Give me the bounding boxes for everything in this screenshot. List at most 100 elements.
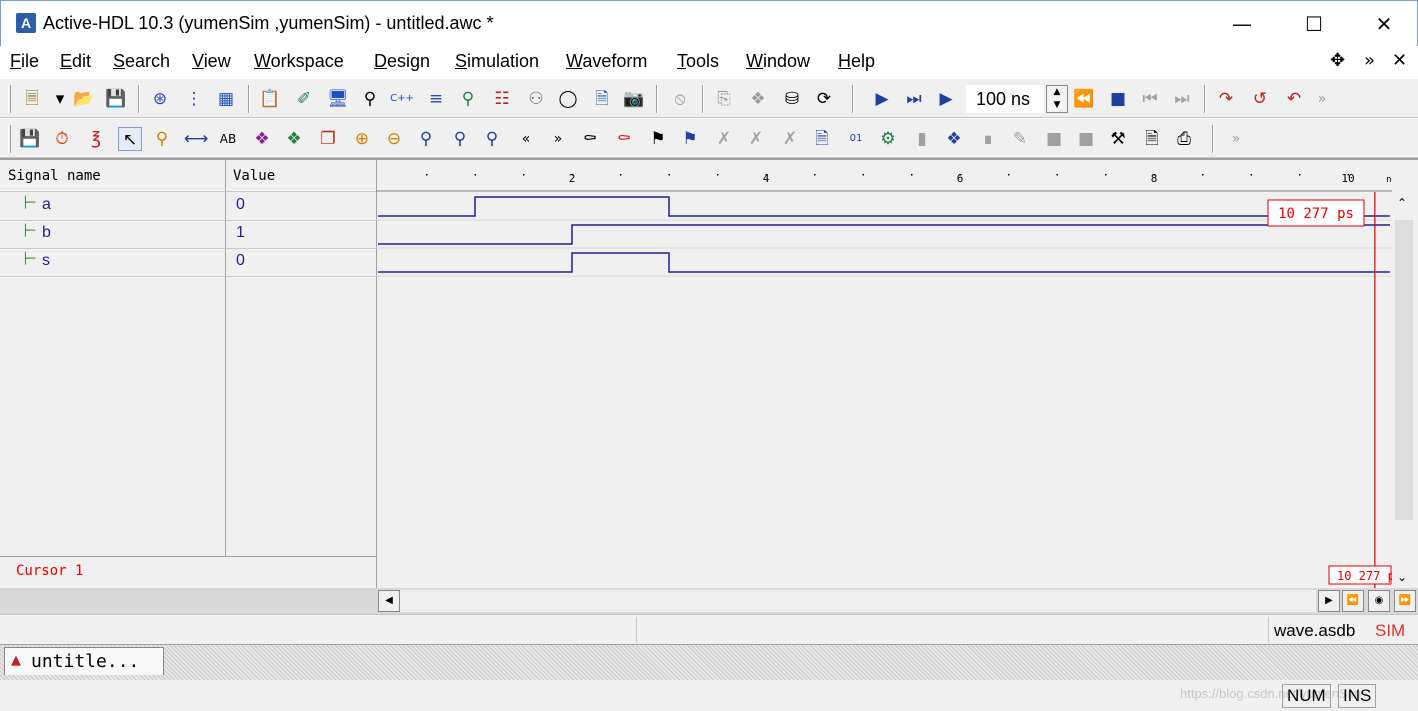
zoom-object-icon[interactable]: ⚲ (456, 87, 480, 111)
zoom-fit-icon[interactable]: ⚲ (414, 127, 438, 151)
menu-design[interactable]: Design (374, 51, 430, 72)
close-button[interactable]: ✕ (1361, 1, 1407, 47)
print-icon[interactable]: ⎙ (1172, 127, 1196, 151)
print-preview-icon[interactable]: 🗎 (1140, 127, 1164, 151)
menu-simulation[interactable]: Simulation (455, 51, 539, 72)
find-icon[interactable]: ⚰ (578, 127, 602, 151)
zoom-in-icon[interactable]: ⊕ (350, 127, 374, 151)
zoom-prev-button[interactable]: ⏪ (1342, 590, 1364, 612)
document-tab[interactable]: ▲ untitle... (4, 647, 164, 675)
timestep-input[interactable]: 100 ns (966, 85, 1044, 113)
initialize-icon[interactable]: ⛁ (780, 87, 804, 111)
value-header[interactable]: Value (233, 168, 275, 184)
scroll-right-button[interactable]: ▶ (1318, 590, 1340, 612)
compare-icon[interactable]: ❖ (942, 127, 966, 151)
clock-icon[interactable]: ∎ (976, 127, 1000, 151)
find-next-icon[interactable]: ⚰ (612, 127, 636, 151)
stimulator-icon[interactable]: ✗ (712, 127, 736, 151)
signal-name-header[interactable]: Signal name (8, 168, 101, 184)
compile-all-icon[interactable]: ❖ (746, 87, 770, 111)
code-structure-icon[interactable]: ≡ (424, 87, 448, 111)
menu-tools[interactable]: Tools (677, 51, 719, 72)
close-icon[interactable]: ✕ (1392, 50, 1407, 71)
zoom-out-icon[interactable]: ⊖ (382, 127, 406, 151)
hierarchy-icon[interactable]: ⊛ (148, 87, 172, 111)
run-until-icon[interactable]: ⏭ (902, 87, 926, 111)
vertical-scrollbar[interactable]: ⌃ ⌄ (1392, 192, 1418, 590)
previous-edge-icon[interactable]: « (514, 127, 538, 151)
run-icon[interactable]: ▶ (870, 87, 894, 111)
signal-row-b[interactable]: ├─ b 1 (0, 220, 376, 248)
toolbar-grip[interactable] (8, 85, 11, 113)
menu-view[interactable]: View (192, 51, 231, 72)
zoom-next-button[interactable]: ⏩ (1394, 590, 1416, 612)
menu-help[interactable]: Help (838, 51, 875, 72)
zoom-cursor-icon[interactable]: ⚲ (480, 127, 504, 151)
step-over-icon[interactable]: ⏭ (1170, 87, 1194, 111)
bookmark-icon[interactable]: ⚑ (646, 127, 670, 151)
timestep-spinner[interactable]: ▲ ▼ (1046, 85, 1068, 113)
virtual-bus-icon[interactable]: ❖ (282, 127, 306, 151)
signal-tree-icon[interactable]: ⚙ (876, 127, 900, 151)
scroll-up-icon[interactable]: ⌃ (1397, 196, 1407, 210)
vertical-scroll-thumb[interactable] (1395, 220, 1413, 520)
tree-icon[interactable]: ⚇ (524, 87, 548, 111)
flag-icon[interactable]: ⚑ (678, 127, 702, 151)
stimulator-clear-icon[interactable]: ✗ (744, 127, 768, 151)
measure-icon[interactable]: ⟷ (184, 127, 208, 151)
trace-in-icon[interactable]: ↷ (1214, 87, 1238, 111)
lightbulb-icon[interactable]: ◯ (556, 87, 580, 111)
grid-icon[interactable]: ▦ (214, 87, 238, 111)
cpp-debug-icon[interactable]: C++ (390, 87, 414, 111)
timer-icon[interactable]: ⏱ (50, 127, 74, 151)
block-alt-icon[interactable]: ■ (1074, 127, 1098, 151)
monitor-icon[interactable]: 🖥 (326, 87, 350, 111)
save-icon[interactable]: 💾 (104, 87, 128, 111)
binary-value-icon[interactable]: 01 (844, 127, 868, 151)
text-icon[interactable]: AB (216, 127, 240, 151)
dropdown-arrow-icon[interactable]: ▾ (48, 87, 72, 111)
zoom-icon[interactable]: ⚲ (150, 127, 174, 151)
new-file-icon[interactable]: 🗏 (20, 87, 44, 111)
next-edge-icon[interactable]: » (546, 127, 570, 151)
menu-window[interactable]: Window (746, 51, 810, 72)
edit-icon[interactable]: ✎ (1008, 127, 1032, 151)
tools-icon[interactable]: ⚒ (1106, 127, 1130, 151)
rewind-icon[interactable]: ⏪ (1072, 87, 1096, 111)
menu-edit[interactable]: Edit (60, 51, 91, 72)
signal-row-s[interactable]: ├─ s 0 (0, 248, 376, 276)
search-icon[interactable]: ⚲ (358, 87, 382, 111)
zoom-range-icon[interactable]: ⚲ (448, 127, 472, 151)
toolbar-grip[interactable] (8, 125, 11, 153)
menu-file[interactable]: File (10, 51, 39, 72)
restart-icon[interactable]: ⟳ (812, 87, 836, 111)
compile-icon[interactable]: ⎘ (712, 87, 736, 111)
step-back-icon[interactable]: ⏮ (1138, 87, 1162, 111)
library-icon[interactable]: 📋 (258, 87, 282, 111)
run-for-icon[interactable]: ▶ (934, 87, 958, 111)
cursor-label[interactable]: Cursor 1 (16, 563, 83, 579)
open-folder-icon[interactable]: 📂 (72, 87, 96, 111)
copy-signal-icon[interactable]: ❐ (316, 127, 340, 151)
library-books-icon[interactable]: ☷ (490, 87, 514, 111)
block-icon[interactable]: ■ (1042, 127, 1066, 151)
menu-waveform[interactable]: Waveform (566, 51, 647, 72)
maximize-button[interactable]: ☐ (1291, 1, 1337, 47)
save-waveform-icon[interactable]: 💾 (18, 127, 42, 151)
label-icon[interactable]: ▮ (910, 127, 934, 151)
bus-icon[interactable]: ❖ (250, 127, 274, 151)
menu-workspace[interactable]: Workspace (254, 51, 344, 72)
toolbar-overflow-icon[interactable]: » (1224, 127, 1248, 151)
scroll-left-button[interactable]: ◀ (378, 590, 400, 612)
minimize-button[interactable]: — (1219, 1, 1265, 47)
menu-search[interactable]: Search (113, 51, 170, 72)
camera-icon[interactable]: 📷 (622, 87, 646, 111)
horizontal-scroll-track[interactable] (400, 590, 1316, 612)
trace-out-icon[interactable]: ↶ (1282, 87, 1306, 111)
toolbar-overflow-icon[interactable]: » (1310, 87, 1334, 111)
center-cursor-button[interactable]: ◉ (1368, 590, 1390, 612)
export-icon[interactable]: 🗎 (810, 127, 834, 151)
stimulator-remove-icon[interactable]: ✗ (778, 127, 802, 151)
move-icon[interactable]: ✥ (1330, 50, 1345, 71)
waveform-canvas[interactable]: 2 4 6 8 10 ns 10 277 ps 10 277 p (376, 160, 1392, 588)
